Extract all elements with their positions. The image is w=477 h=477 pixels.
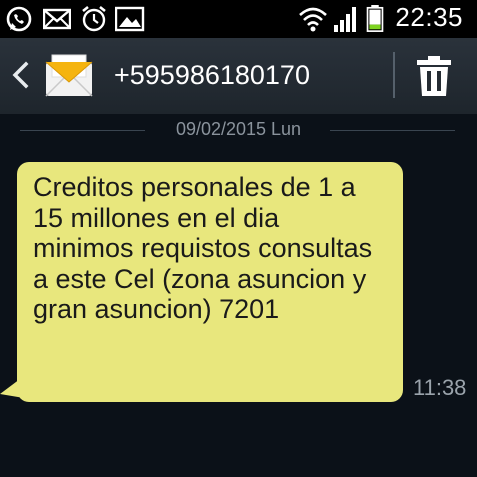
trash-icon[interactable] (414, 54, 454, 98)
envelope-icon[interactable] (44, 52, 94, 102)
clock: 22:35 (395, 2, 463, 32)
message-time: 11:38 (413, 375, 467, 400)
message-text: Creditos personales de 1 a 15 millones e… (33, 172, 373, 324)
signal-icon (334, 7, 356, 32)
date-separator: 09/02/2015 Lun (0, 118, 477, 142)
header-divider (393, 52, 395, 98)
whatsapp-icon (6, 6, 32, 32)
gallery-icon (115, 6, 145, 32)
wifi-icon (299, 7, 327, 32)
email-icon (43, 8, 71, 30)
back-icon[interactable] (6, 60, 36, 90)
battery-icon (366, 5, 384, 32)
status-bar: 22:35 (0, 0, 477, 38)
contact-number: +595986180170 (114, 60, 310, 90)
conversation-header: +595986180170 (0, 38, 477, 114)
message-bubble[interactable]: Creditos personales de 1 a 15 millones e… (17, 162, 403, 402)
alarm-icon (82, 5, 106, 32)
date-rule-right (330, 130, 455, 131)
